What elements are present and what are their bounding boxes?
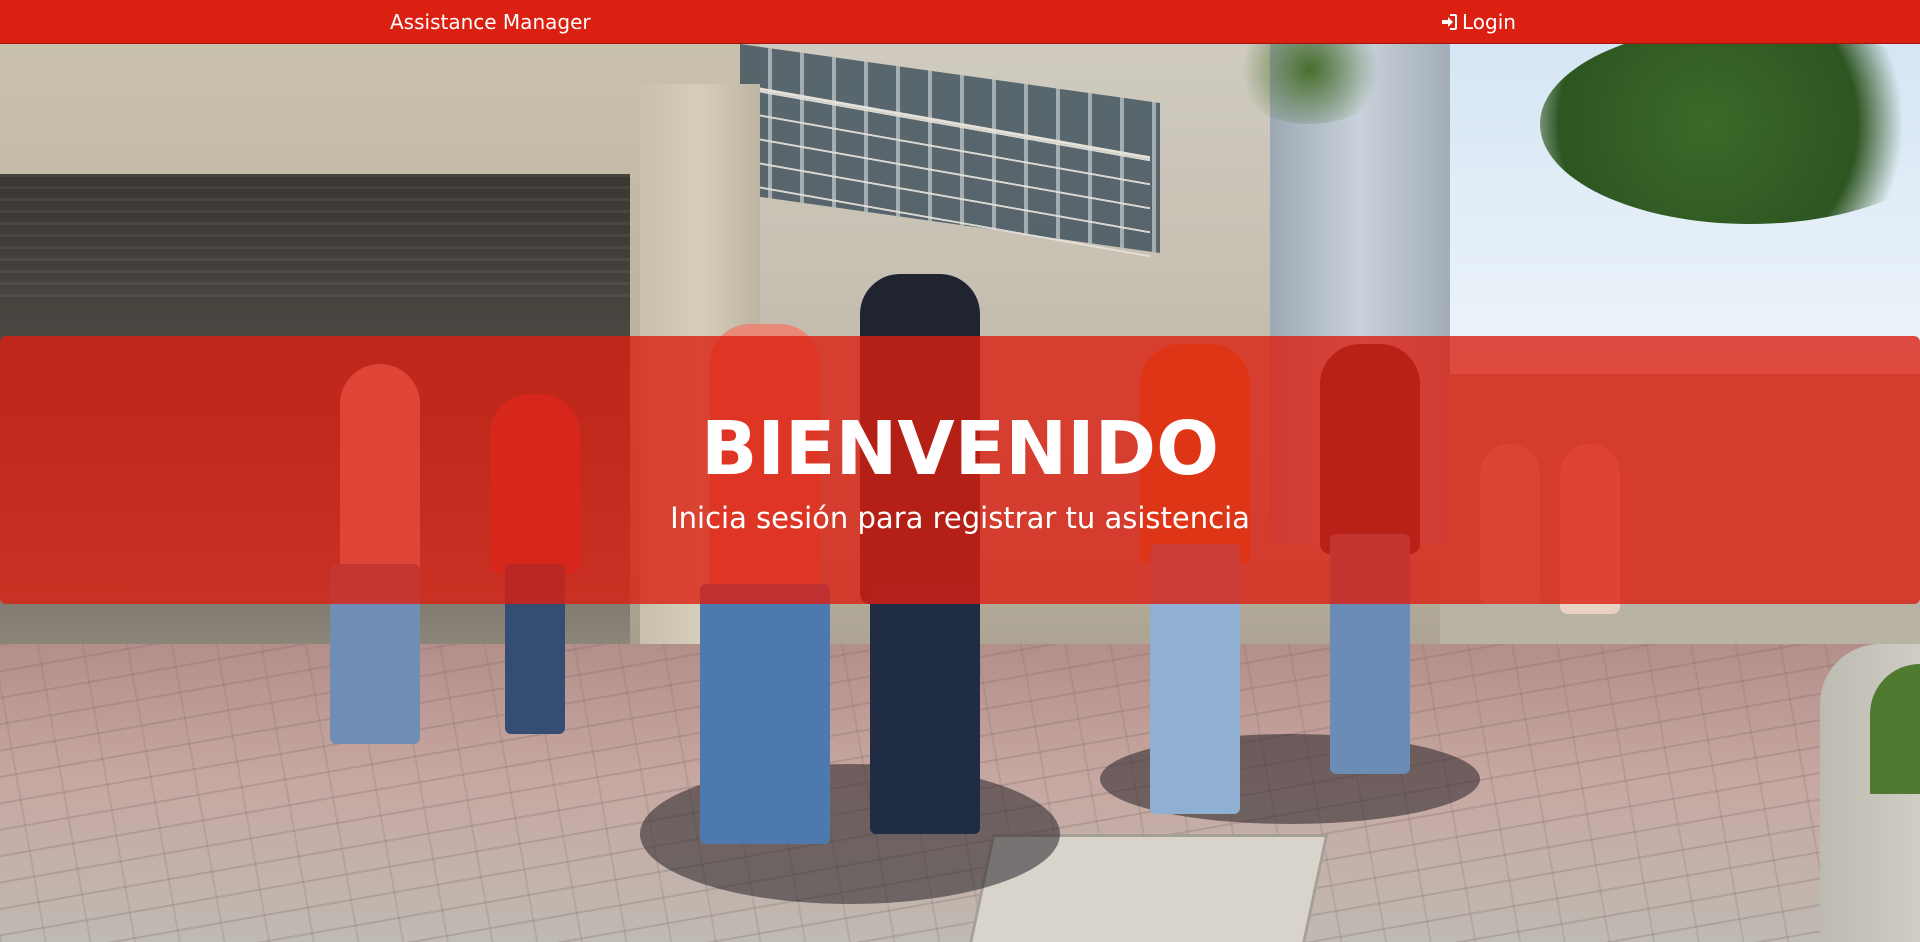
student-figure — [870, 584, 980, 834]
welcome-subtitle: Inicia sesión para registrar tu asistenc… — [670, 501, 1250, 535]
student-figure — [700, 584, 830, 844]
entrance-ceiling — [0, 174, 630, 304]
welcome-page: Assistance Manager Login BIENVENIDO Inic… — [0, 0, 1920, 942]
brand-link[interactable]: Assistance Manager — [390, 10, 591, 34]
welcome-banner: BIENVENIDO Inicia sesión para registrar … — [0, 336, 1920, 604]
sign-in-icon — [1440, 13, 1458, 31]
login-label: Login — [1462, 10, 1516, 34]
welcome-title: BIENVENIDO — [700, 406, 1220, 492]
top-navbar: Assistance Manager Login — [0, 0, 1920, 44]
login-link[interactable]: Login — [1440, 10, 1516, 34]
